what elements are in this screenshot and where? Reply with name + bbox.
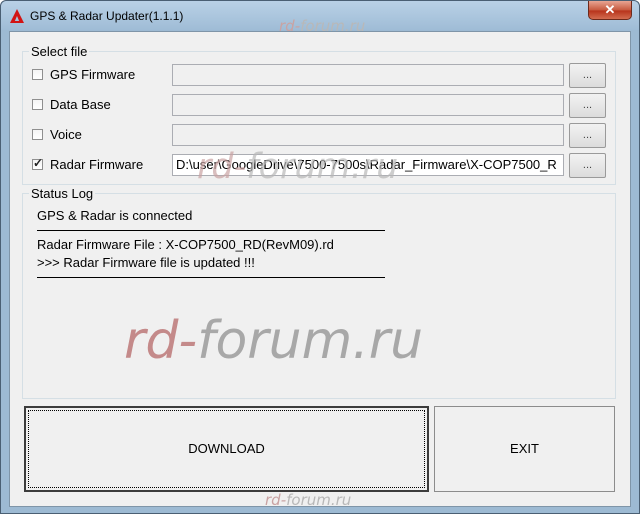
download-button[interactable]: DOWNLOAD <box>24 406 429 492</box>
exit-button[interactable]: EXIT <box>434 406 615 492</box>
close-button[interactable]: ✕ <box>588 1 632 20</box>
radar-firmware-checkbox[interactable] <box>32 156 43 170</box>
status-log-label: Status Log <box>29 186 96 201</box>
data-base-label[interactable]: Data Base <box>50 97 111 112</box>
gps-firmware-browse-button[interactable]: ... <box>569 63 606 88</box>
select-file-label: Select file <box>29 44 90 59</box>
gps-firmware-path-field[interactable] <box>172 64 564 86</box>
title-bar[interactable]: GPS & Radar Updater(1.1.1) ✕ <box>1 1 639 30</box>
voice-label[interactable]: Voice <box>50 127 82 142</box>
log-line-connected: GPS & Radar is connected <box>37 208 193 223</box>
voice-checkbox[interactable] <box>32 129 43 140</box>
radar-firmware-row: Radar Firmware <box>32 154 172 176</box>
data-base-path-field[interactable] <box>172 94 564 116</box>
radar-firmware-browse-button[interactable]: ... <box>569 153 606 178</box>
app-logo-icon <box>10 9 24 23</box>
status-log-area[interactable]: GPS & Radar is connected Radar Firmware … <box>25 208 613 400</box>
radar-firmware-label[interactable]: Radar Firmware <box>50 157 143 172</box>
log-separator <box>37 230 385 231</box>
gps-firmware-label[interactable]: GPS Firmware <box>50 67 135 82</box>
app-window: GPS & Radar Updater(1.1.1) ✕ Select file… <box>0 0 640 514</box>
window-title: GPS & Radar Updater(1.1.1) <box>30 9 184 23</box>
log-separator <box>37 277 385 278</box>
voice-browse-button[interactable]: ... <box>569 123 606 148</box>
status-log-group: Status Log GPS & Radar is connected Rada… <box>22 186 616 400</box>
gps-firmware-row: GPS Firmware <box>32 64 172 86</box>
radar-firmware-path-field[interactable]: D:\user\GoogleDrive\7500-7500s\Radar_Fir… <box>172 154 564 176</box>
log-line-updated: >>> Radar Firmware file is updated !!! <box>37 255 255 270</box>
data-base-row: Data Base <box>32 94 172 116</box>
data-base-checkbox[interactable] <box>32 99 43 110</box>
voice-row: Voice <box>32 124 172 146</box>
voice-path-field[interactable] <box>172 124 564 146</box>
client-area: Select file GPS Firmware ... Data Base .… <box>9 31 631 507</box>
gps-firmware-checkbox[interactable] <box>32 69 43 80</box>
data-base-browse-button[interactable]: ... <box>569 93 606 118</box>
log-line-firmware-file: Radar Firmware File : X-COP7500_RD(RevM0… <box>37 237 334 252</box>
